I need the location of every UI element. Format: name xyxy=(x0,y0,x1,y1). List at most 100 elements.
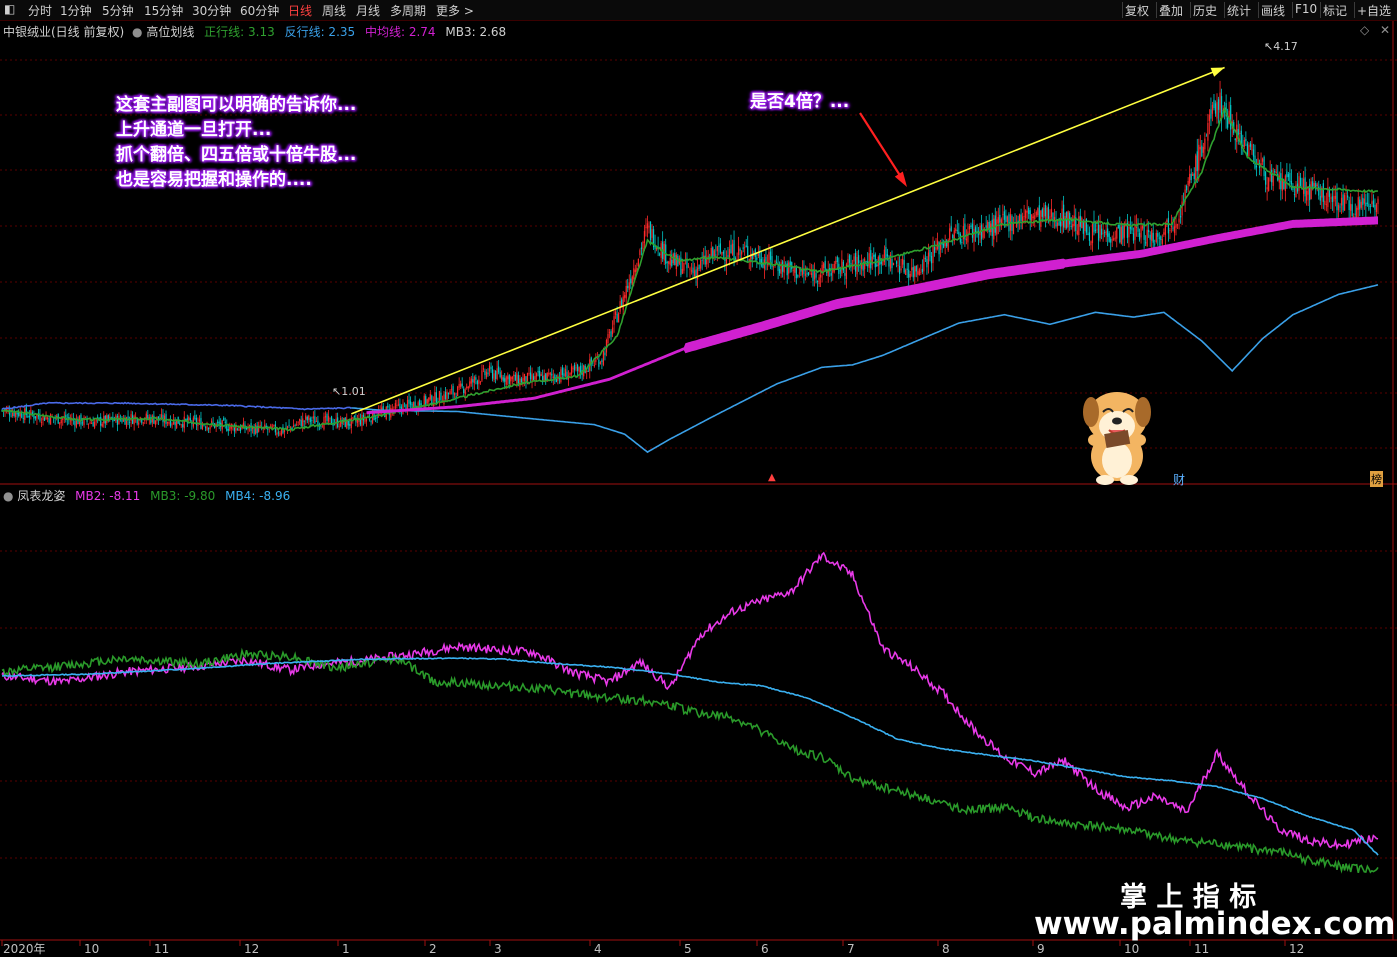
candle-body xyxy=(1128,227,1130,238)
candle-body xyxy=(460,383,462,387)
candle-body xyxy=(484,370,486,376)
candle-body xyxy=(1091,223,1094,244)
candle-body xyxy=(463,388,465,394)
period-tab-9[interactable]: 多周期 xyxy=(390,2,426,19)
toolbar-button-2[interactable]: 历史 xyxy=(1193,2,1217,19)
sub-indicator-name[interactable]: 凤表龙姿 xyxy=(17,489,65,503)
close-icon[interactable]: ✕ xyxy=(1380,23,1390,37)
indicator-name[interactable]: 高位划线 xyxy=(146,25,194,39)
candle-body xyxy=(712,247,714,257)
mb3-sub-legend: MB3: -9.80 xyxy=(150,489,216,503)
candle-body xyxy=(16,412,18,415)
candle-body xyxy=(839,270,841,272)
period-tab-0[interactable]: 分时 xyxy=(28,2,52,19)
candle-body xyxy=(326,414,328,422)
period-tab-4[interactable]: 30分钟 xyxy=(192,2,231,19)
period-tab-8[interactable]: 月线 xyxy=(356,2,380,19)
candle-body xyxy=(1015,223,1018,227)
period-tab-6[interactable]: 日线 xyxy=(288,2,312,19)
period-tab-5[interactable]: 60分钟 xyxy=(240,2,279,19)
candle-body xyxy=(756,257,758,260)
candle-body xyxy=(238,428,240,431)
candle-body xyxy=(426,399,428,404)
candle-body xyxy=(183,416,185,429)
candle-body xyxy=(1094,229,1097,231)
candle-body xyxy=(531,374,533,382)
mb2-legend: MB2: -8.11 xyxy=(75,489,141,503)
candle-body xyxy=(138,422,140,425)
candle-body xyxy=(449,390,451,395)
sub-indicator-toggle-icon[interactable]: ● xyxy=(3,489,13,503)
indicator-toggle-icon[interactable]: ● xyxy=(132,25,142,39)
candle-body xyxy=(165,414,167,424)
toolbar-button-6[interactable]: 标记 xyxy=(1323,2,1347,19)
candle-body xyxy=(1342,194,1344,211)
candle-body xyxy=(631,276,633,285)
trend-arrowhead-shape xyxy=(1210,67,1225,77)
candle-body xyxy=(675,254,677,270)
candle-body xyxy=(668,261,670,264)
bang-badge[interactable]: 榜 xyxy=(1370,471,1383,487)
toolbar-button-0[interactable]: 复权 xyxy=(1125,2,1149,19)
candle-body xyxy=(1032,216,1034,219)
candle-body xyxy=(1050,208,1053,217)
period-tab-7[interactable]: 周线 xyxy=(322,2,346,19)
candle-body xyxy=(757,253,759,256)
candle-body xyxy=(523,373,526,381)
candle-body xyxy=(511,376,513,380)
candle-body xyxy=(575,367,577,369)
candle-body xyxy=(909,273,911,278)
candle-body xyxy=(100,416,102,426)
candle-body xyxy=(409,401,412,405)
candle-body xyxy=(382,406,384,410)
candle-body xyxy=(637,259,639,267)
candle-body xyxy=(453,393,456,396)
red-arrow-shaft xyxy=(859,112,902,178)
x-axis: 2020年 10 11 12 1 2 3 4 5 6 7 8 9 10 11 12 xyxy=(1,940,1304,956)
candle-body xyxy=(1160,236,1162,241)
candle-body xyxy=(1046,207,1048,220)
period-tab-2[interactable]: 5分钟 xyxy=(102,2,134,19)
cai-badge[interactable]: 财 xyxy=(1173,471,1185,488)
period-tab-10[interactable]: 更多 > xyxy=(436,2,474,19)
period-tab-3[interactable]: 15分钟 xyxy=(144,2,183,19)
collapse-icon[interactable]: ◇ xyxy=(1360,23,1369,37)
toolbar-button-4[interactable]: 画线 xyxy=(1261,2,1285,19)
red-arrow-head xyxy=(894,171,907,187)
candle-body xyxy=(1167,217,1170,234)
mid-legend: 中均线: 2.74 xyxy=(364,25,436,39)
toolbar-button-3[interactable]: 统计 xyxy=(1227,2,1251,19)
candle-body xyxy=(1029,210,1031,221)
candle-body xyxy=(1061,208,1063,226)
candle-body xyxy=(277,432,280,434)
x-tick-label: 2020年 xyxy=(3,942,46,956)
candle-body xyxy=(1360,201,1362,208)
candle-body xyxy=(561,367,564,375)
toolbar-button-7[interactable]: +自选 xyxy=(1357,2,1391,19)
candle-body xyxy=(502,377,504,381)
candle-body xyxy=(235,426,237,432)
period-tab-1[interactable]: 1分钟 xyxy=(60,2,92,19)
candle-body xyxy=(1340,197,1343,206)
settings-icon[interactable]: ◧ xyxy=(4,2,15,16)
candle-body xyxy=(289,426,292,428)
candle-body xyxy=(598,359,600,367)
candle-body xyxy=(716,246,718,252)
candle-body xyxy=(74,420,76,426)
candle-body xyxy=(510,376,512,382)
toolbar-separator xyxy=(1224,2,1225,18)
candle-body xyxy=(622,296,624,310)
candle-body xyxy=(930,255,933,264)
candle-body xyxy=(774,261,776,263)
candle-body xyxy=(516,373,518,384)
candle-body xyxy=(741,251,743,255)
candle-body xyxy=(885,247,887,259)
toolbar-button-1[interactable]: 叠加 xyxy=(1159,2,1183,19)
toolbar-separator xyxy=(1258,2,1259,18)
candle-body xyxy=(452,386,454,395)
toolbar-button-5[interactable]: F10 xyxy=(1295,2,1317,16)
candle-body xyxy=(1271,169,1273,183)
candle-body xyxy=(204,427,207,429)
mb2-line xyxy=(1,551,1379,851)
candle-body xyxy=(596,358,598,360)
